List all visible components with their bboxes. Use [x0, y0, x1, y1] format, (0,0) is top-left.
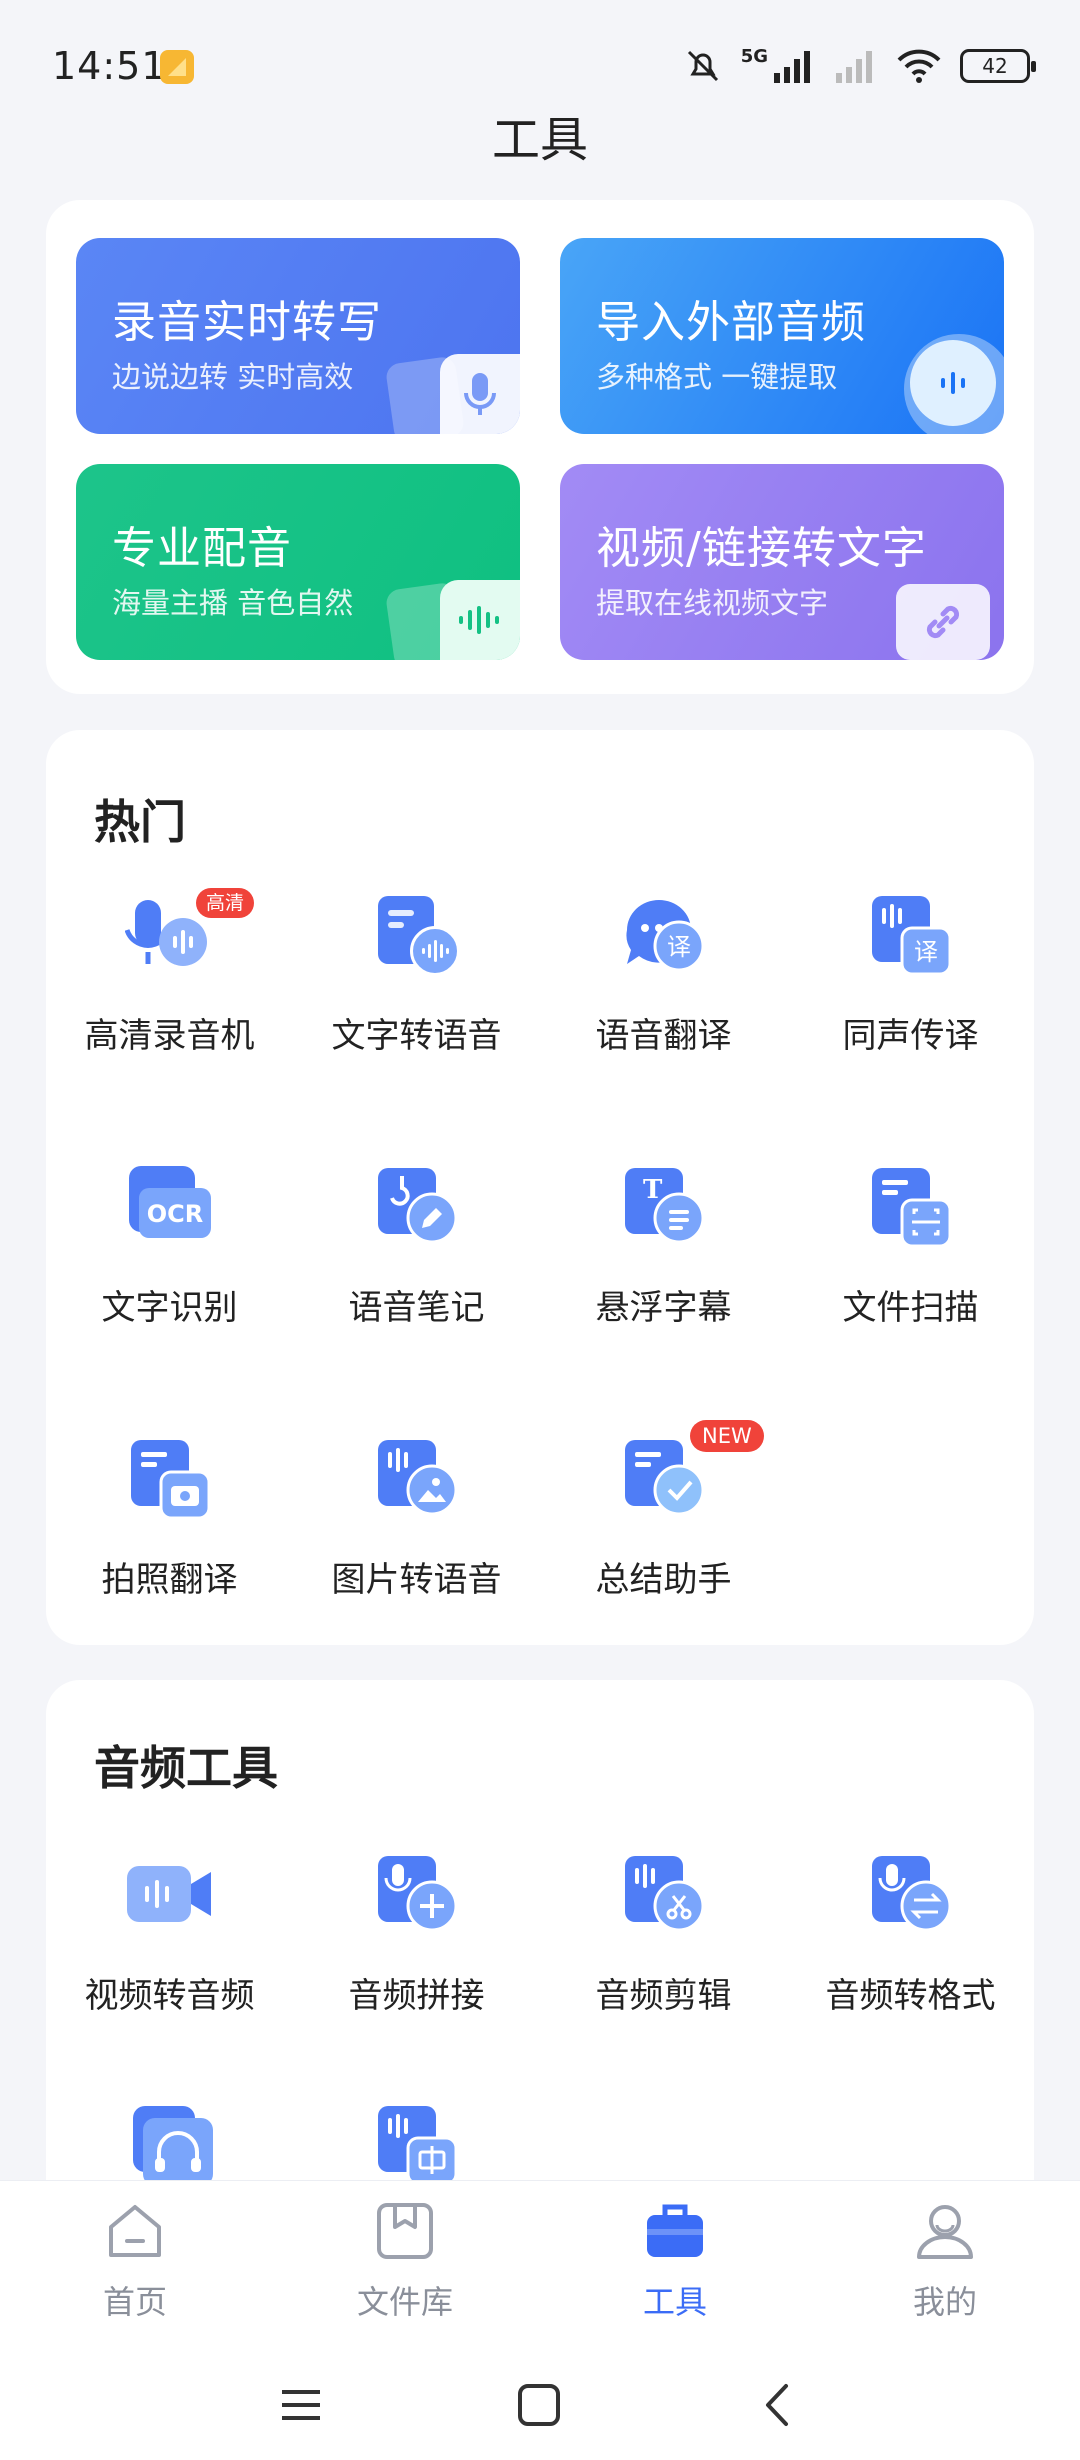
feature-subtitle: 海量主播 音色自然: [112, 586, 354, 620]
tool-voice-note[interactable]: 语音笔记: [293, 1162, 540, 1329]
voice-translate-icon: 译: [619, 890, 709, 980]
image-to-speech-icon: [372, 1434, 462, 1524]
profile-icon: [917, 2205, 973, 2259]
audio-cut-icon: [619, 1850, 709, 1940]
tool-label: 音频转格式: [825, 1976, 996, 2016]
nav-label: 工具: [642, 2283, 707, 2321]
new-badge: NEW: [690, 1420, 764, 1452]
nav-label: 我的: [912, 2283, 977, 2321]
svg-text:译: 译: [667, 933, 691, 961]
back-icon[interactable]: [756, 2382, 802, 2428]
feature-professional-dubbing[interactable]: 专业配音 海量主播 音色自然: [76, 464, 520, 660]
feature-subtitle: 边说边转 实时高效: [112, 360, 354, 394]
feature-card: 录音实时转写 边说边转 实时高效 导入外部音频 多种格式 一键提取 专业配音 海…: [46, 200, 1034, 694]
menu-icon[interactable]: [278, 2382, 324, 2428]
nav-label: 文件库: [356, 2283, 453, 2321]
tool-label: 文字识别: [101, 1288, 238, 1328]
tool-label: 音频剪辑: [595, 1976, 732, 2016]
audio-convert-icon: [866, 1850, 956, 1940]
video-to-audio-icon: [125, 1850, 215, 1940]
ocr-icon: OCR: [125, 1162, 215, 1252]
tool-ocr[interactable]: OCR 文字识别: [46, 1162, 293, 1329]
signal-icon: [774, 51, 810, 83]
notification-app-icon: [160, 50, 194, 84]
tool-photo-translate[interactable]: 拍照翻译: [46, 1434, 293, 1601]
tool-video-to-audio[interactable]: 视频转音频: [46, 1850, 293, 2017]
tool-label: 总结助手: [595, 1560, 732, 1600]
svg-text:译: 译: [914, 938, 938, 966]
feature-video-link-to-text[interactable]: 视频/链接转文字 提取在线视频文字: [560, 464, 1004, 660]
photo-translate-icon: [125, 1434, 215, 1524]
tool-summary-assistant[interactable]: NEW 总结助手: [540, 1420, 787, 1601]
hot-section: 热门 高清 高清录音机 文字转语音 译 语音翻译 译 同声传译 OCR 文字识别…: [46, 730, 1034, 1645]
tool-label: 图片转语音: [331, 1560, 502, 1600]
floating-subtitle-icon: T: [619, 1162, 709, 1252]
audio-merge-icon: [372, 1850, 462, 1940]
system-nav-bar: [0, 2350, 1080, 2460]
feature-title: 视频/链接转文字: [596, 523, 927, 574]
nav-library[interactable]: 文件库: [315, 2199, 495, 2323]
bottom-nav: 首页 文件库 工具 我的: [0, 2180, 1080, 2350]
wifi-icon: [897, 49, 941, 83]
tool-label: 悬浮字幕: [595, 1288, 732, 1328]
network-type: 5G: [740, 45, 768, 67]
nav-tools[interactable]: 工具: [585, 2199, 765, 2323]
hd-badge: 高清: [196, 888, 255, 918]
tool-audio-cut[interactable]: 音频剪辑: [540, 1850, 787, 2017]
tool-label: 拍照翻译: [101, 1560, 238, 1600]
audio-middle-icon: [372, 2100, 462, 2190]
tool-label: 语音笔记: [348, 1288, 485, 1328]
tool-voice-translate[interactable]: 译 语音翻译: [540, 890, 787, 1057]
tool-label: 高清录音机: [84, 1016, 255, 1056]
feature-import-audio[interactable]: 导入外部音频 多种格式 一键提取: [560, 238, 1004, 434]
feature-title: 录音实时转写: [112, 297, 382, 348]
signal-weak-icon: [836, 51, 872, 83]
audio-wave-icon: [910, 340, 996, 426]
library-icon: [377, 2203, 433, 2259]
home-square-icon[interactable]: [516, 2382, 562, 2428]
tool-label: 视频转音频: [84, 1976, 255, 2016]
toolbox-icon: [647, 2204, 703, 2257]
tool-audio-convert[interactable]: 音频转格式: [787, 1850, 1034, 2017]
tool-text-to-speech[interactable]: 文字转语音: [293, 890, 540, 1057]
tool-file-scan[interactable]: 文件扫描: [787, 1162, 1034, 1329]
home-icon: [109, 2205, 161, 2257]
section-title: 音频工具: [94, 1741, 278, 1795]
feature-title: 导入外部音频: [596, 297, 866, 348]
tool-label: 文件扫描: [842, 1288, 979, 1328]
link-icon: [896, 584, 990, 660]
nav-profile[interactable]: 我的: [855, 2199, 1035, 2323]
page-title: 工具: [491, 112, 588, 168]
sound-wave-icon: [440, 580, 520, 660]
tool-label: 音频拼接: [348, 1976, 485, 2016]
mute-bell-icon: [687, 50, 718, 82]
feature-subtitle: 提取在线视频文字: [596, 586, 829, 620]
battery-icon: 42: [960, 49, 1036, 83]
status-icons: 5G 42: [683, 44, 1036, 88]
tool-hd-recorder[interactable]: 高清 高清录音机: [46, 888, 293, 1057]
file-scan-icon: [866, 1162, 956, 1252]
feature-subtitle: 多种格式 一键提取: [596, 360, 838, 394]
headphones-icon: [125, 2100, 215, 2190]
feature-title: 专业配音: [112, 523, 292, 574]
tool-simultaneous-interpretation[interactable]: 译 同声传译: [787, 890, 1034, 1057]
section-title: 热门: [94, 795, 186, 849]
feature-realtime-transcribe[interactable]: 录音实时转写 边说边转 实时高效: [76, 238, 520, 434]
mic-icon: [440, 354, 520, 434]
text-to-speech-icon: [372, 890, 462, 980]
simultaneous-interpretation-icon: 译: [866, 890, 956, 980]
svg-text:T: T: [643, 1175, 663, 1205]
tool-audio-merge[interactable]: 音频拼接: [293, 1850, 540, 2017]
tool-label: 文字转语音: [331, 1016, 502, 1056]
svg-text:OCR: OCR: [146, 1200, 203, 1228]
status-time: 14:51: [52, 44, 167, 88]
tool-label: 语音翻译: [595, 1016, 732, 1056]
nav-home[interactable]: 首页: [45, 2199, 225, 2323]
tool-image-to-speech[interactable]: 图片转语音: [293, 1434, 540, 1601]
voice-note-icon: [372, 1162, 462, 1252]
tool-floating-subtitle[interactable]: T 悬浮字幕: [540, 1162, 787, 1329]
nav-label: 首页: [102, 2283, 167, 2321]
tool-label: 同声传译: [842, 1016, 979, 1056]
